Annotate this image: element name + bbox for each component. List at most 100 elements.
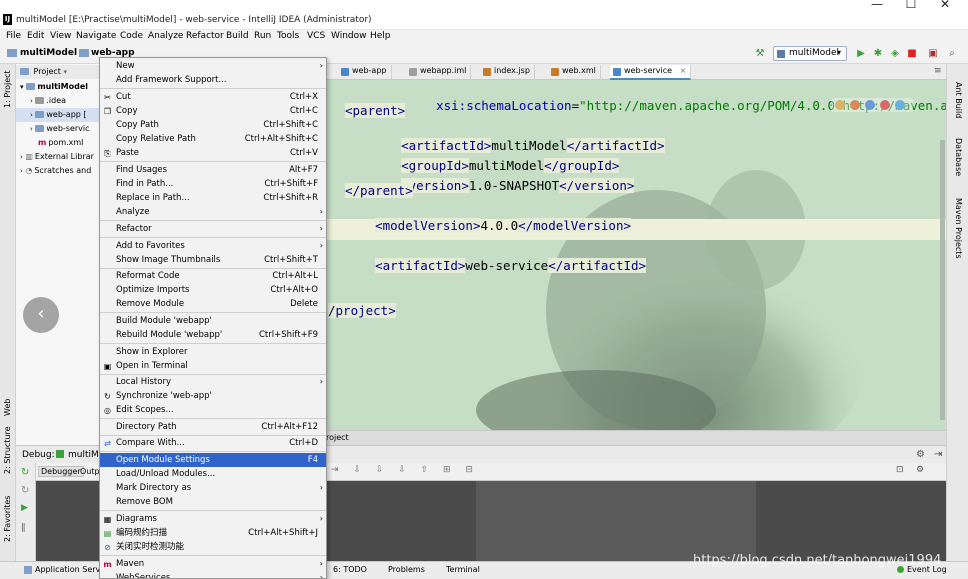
menu-help[interactable]: Help <box>370 31 391 41</box>
maven-projects-tool-button[interactable]: Maven Projects <box>954 198 963 259</box>
tree-item-web-service[interactable]: › web-servic <box>16 122 101 136</box>
project-tool-button[interactable]: 1: Project <box>3 70 12 108</box>
ctx-rebuild-module[interactable]: Rebuild Module 'webapp' Ctrl+Shift+F9 <box>100 328 326 342</box>
tab-web-xml[interactable]: web.xml <box>548 65 601 80</box>
tree-item-scratches[interactable]: › ◔ Scratches and <box>16 164 101 178</box>
tree-item-external-libraries[interactable]: › ▥ External Librar <box>16 150 101 164</box>
safari-icon[interactable] <box>865 100 875 110</box>
web-tool-button[interactable]: Web <box>3 399 12 416</box>
ctx-copy-relative-path[interactable]: Copy Relative Path Ctrl+Alt+Shift+C <box>100 132 326 146</box>
problems-button[interactable]: Problems <box>388 565 425 574</box>
ctx-edit-scopes[interactable]: ◎ Edit Scopes... <box>100 403 326 417</box>
close-tab-icon[interactable]: × <box>680 66 687 75</box>
debug-session-tab[interactable]: multiM <box>68 450 99 460</box>
close-window-button[interactable]: ✕ <box>929 0 961 10</box>
ctx-open-in-terminal[interactable]: ▣ Open in Terminal <box>100 359 326 373</box>
tab-list-icon[interactable]: ≡ <box>934 66 942 76</box>
ctx-analyze[interactable]: Analyze › <box>100 205 326 219</box>
chrome-icon[interactable] <box>835 100 845 110</box>
ctx-refactor[interactable]: Refactor › <box>100 222 326 236</box>
run-icon[interactable]: ▶ <box>855 48 867 60</box>
search-everywhere-icon[interactable]: ⌕ <box>946 48 958 60</box>
opera-icon[interactable] <box>880 100 890 110</box>
pause-icon[interactable]: ∥ <box>21 523 26 533</box>
menu-view[interactable]: View <box>50 31 71 41</box>
structure-tool-button[interactable]: 2: Structure <box>3 426 12 474</box>
ctx-add-framework-support[interactable]: Add Framework Support... <box>100 73 326 87</box>
ctx-paste[interactable]: ⎘ Paste Ctrl+V <box>100 146 326 160</box>
menu-vcs[interactable]: VCS <box>307 31 325 41</box>
project-panel-header[interactable]: Project ▾ <box>16 65 101 79</box>
play-icon[interactable]: ▶ <box>21 503 28 513</box>
ctx-remove-module[interactable]: Remove Module Delete <box>100 297 326 311</box>
tab-web-app[interactable]: web-app <box>338 65 392 80</box>
ctx-open-module-settings[interactable]: Open Module Settings F4 <box>100 453 326 467</box>
ctx-load-unload-modules[interactable]: Load/Unload Modules... <box>100 467 326 481</box>
ctx-find-in-path[interactable]: Find in Path... Ctrl+Shift+F <box>100 177 326 191</box>
ctx-copy-path[interactable]: Copy Path Ctrl+Shift+C <box>100 118 326 132</box>
ctx-webservices[interactable]: WebServices › <box>100 571 326 578</box>
restore-layout-icon[interactable]: ⊡ <box>896 465 904 475</box>
editor-scrollbar[interactable] <box>940 140 945 420</box>
ctx-remove-bom[interactable]: Remove BOM <box>100 495 326 509</box>
tab-index-jsp[interactable]: index.jsp <box>480 65 535 80</box>
ctx-find-usages[interactable]: Find Usages Alt+F7 <box>100 163 326 177</box>
menu-run[interactable]: Run <box>254 31 271 41</box>
ctx-reformat-code[interactable]: Reformat Code Ctrl+Alt+L <box>100 269 326 283</box>
menu-edit[interactable]: Edit <box>27 31 44 41</box>
ctx-maven[interactable]: m Maven › <box>100 557 326 571</box>
ctx-add-to-favorites[interactable]: Add to Favorites › <box>100 239 326 253</box>
menu-analyze[interactable]: Analyze <box>148 31 183 41</box>
ctx-disable-realtime-check[interactable]: ⊘ 关闭实时检测功能 <box>100 540 326 554</box>
code-editor[interactable]: xsi:schemaLocation="http://maven.apache.… <box>326 80 946 430</box>
ctx-copy[interactable]: ❐ Copy Ctrl+C <box>100 104 326 118</box>
menu-code[interactable]: Code <box>120 31 143 41</box>
terminal-button[interactable]: Terminal <box>446 565 480 574</box>
ctx-compare-with[interactable]: ⇄ Compare With... Ctrl+D <box>100 436 326 450</box>
hide-panel-icon[interactable]: ⇥ <box>934 449 942 460</box>
menu-file[interactable]: File <box>6 31 21 41</box>
database-tool-button[interactable]: Database <box>954 138 963 176</box>
menu-refactor[interactable]: Refactor <box>186 31 224 41</box>
application-servers-button[interactable]: Application Server <box>35 565 108 574</box>
settings-icon[interactable]: ⚙ <box>916 465 924 475</box>
tree-item-idea[interactable]: › .idea <box>16 94 101 108</box>
carousel-prev-button[interactable]: ‹ <box>23 297 59 333</box>
minimize-button[interactable]: — <box>861 0 893 10</box>
ctx-show-in-explorer[interactable]: Show in Explorer <box>100 345 326 359</box>
todo-button[interactable]: 6: TODO <box>333 565 367 574</box>
vcs-icon[interactable]: ▣ <box>927 48 939 60</box>
maximize-button[interactable]: ☐ <box>895 0 927 10</box>
ctx-synchronize[interactable]: ↻ Synchronize 'web-app' <box>100 389 326 403</box>
ctx-local-history[interactable]: Local History › <box>100 375 326 389</box>
favorites-tool-button[interactable]: 2: Favorites <box>3 496 12 542</box>
menu-build[interactable]: Build <box>226 31 249 41</box>
ctx-replace-in-path[interactable]: Replace in Path... Ctrl+Shift+R <box>100 191 326 205</box>
tab-webapp-iml[interactable]: webapp.iml <box>406 65 472 80</box>
ctx-optimize-imports[interactable]: Optimize Imports Ctrl+Alt+O <box>100 283 326 297</box>
stop-icon[interactable]: ■ <box>906 48 918 60</box>
debug-icon[interactable]: ✱ <box>872 48 884 60</box>
tab-debugger[interactable]: Debugger <box>38 466 84 477</box>
tab-web-service[interactable]: web-service × <box>610 65 692 80</box>
edge-icon[interactable] <box>895 100 905 110</box>
coverage-icon[interactable]: ◈ <box>889 48 901 60</box>
hammer-build-icon[interactable]: ⚒ <box>754 48 766 60</box>
ctx-new[interactable]: New › <box>100 59 326 73</box>
ctx-diagrams[interactable]: ▦ Diagrams › <box>100 512 326 526</box>
rerun-icon[interactable]: ↻ <box>21 467 29 478</box>
tree-item-multimodel[interactable]: ▾ multiModel <box>16 80 101 94</box>
debug-step-icons[interactable]: ⇥ ⇩ ⇩ ⇩ ⇧ ⊞ ⊟ <box>331 465 479 475</box>
ctx-show-image-thumbnails[interactable]: Show Image Thumbnails Ctrl+Shift+T <box>100 253 326 267</box>
menu-navigate[interactable]: Navigate <box>76 31 116 41</box>
tree-item-web-app[interactable]: › web-app [ <box>16 108 101 122</box>
run-configuration-select[interactable]: multiModel ▾ <box>773 46 847 61</box>
menu-tools[interactable]: Tools <box>277 31 299 41</box>
ant-build-tool-button[interactable]: Ant Build <box>954 82 963 118</box>
ctx-cut[interactable]: ✂ Cut Ctrl+X <box>100 90 326 104</box>
browser-icons-strip[interactable] <box>831 98 913 112</box>
tree-item-pom[interactable]: m pom.xml <box>16 136 101 150</box>
resume-icon[interactable]: ↻ <box>21 485 29 496</box>
menu-window[interactable]: Window <box>331 31 367 41</box>
ctx-directory-path[interactable]: Directory Path Ctrl+Alt+F12 <box>100 420 326 434</box>
